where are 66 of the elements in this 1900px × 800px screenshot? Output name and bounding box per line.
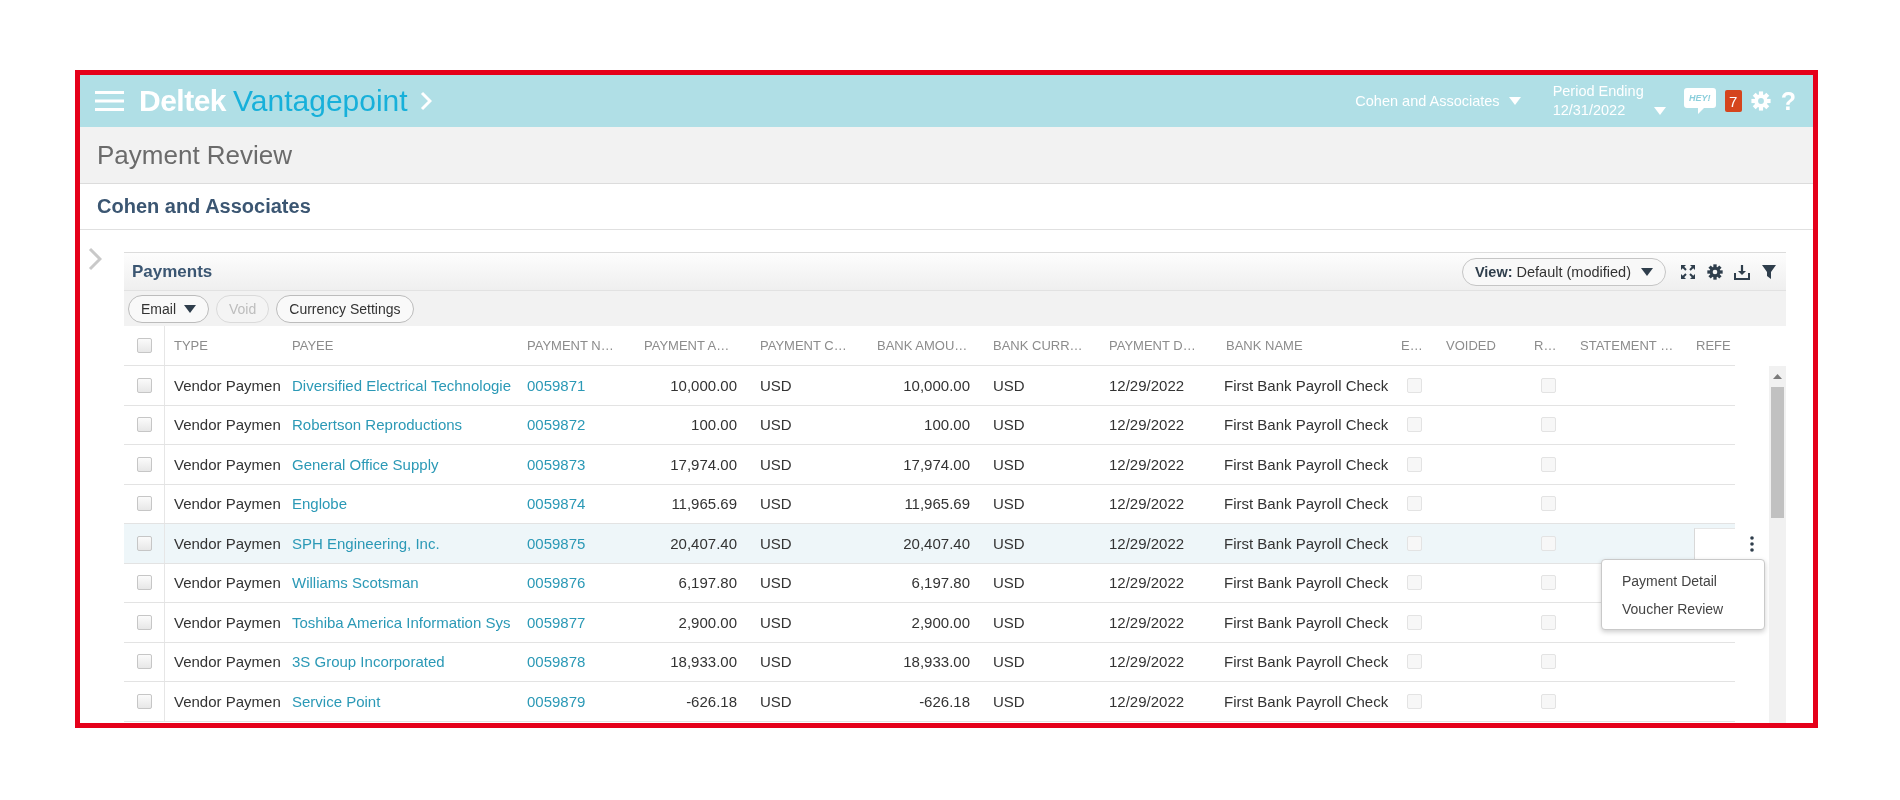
table-cell: USD <box>993 653 1025 671</box>
table-cell: 12/29/2022 <box>1109 534 1185 552</box>
table-cell: -626.18 <box>919 692 970 710</box>
table-cell: Vendor Paymen <box>174 653 281 671</box>
table-cell: First Bank Payroll Check <box>1224 534 1389 552</box>
company-heading: Cohen and Associates <box>97 195 311 218</box>
table-cell: USD <box>760 574 792 592</box>
table-cell: USD <box>760 416 792 434</box>
table-cell: 12/29/2022 <box>1109 574 1185 592</box>
table-cell: First Bank Payroll Check <box>1224 416 1389 434</box>
table-cell: 2,900.00 <box>911 613 970 631</box>
table-cell: 12/29/2022 <box>1109 455 1185 473</box>
table-cell: 11,965.69 <box>904 495 970 513</box>
table-cell: First Bank Payroll Check <box>1224 376 1389 394</box>
table-cell: First Bank Payroll Check <box>1224 613 1389 631</box>
table-cell: 6,197.80 <box>911 574 970 592</box>
table-cell: USD <box>760 692 792 710</box>
table-cell: 17,974.00 <box>670 455 737 473</box>
table-cell: USD <box>993 495 1025 513</box>
table-cell: First Bank Payroll Check <box>1224 455 1389 473</box>
table-cell: Vendor Paymen <box>174 534 281 552</box>
table-cell: First Bank Payroll Check <box>1224 692 1389 710</box>
panel-title: Payments <box>132 261 213 282</box>
table-cell: 12/29/2022 <box>1109 692 1185 710</box>
table-cell: 6,197.80 <box>678 574 737 592</box>
table-cell: 18,933.00 <box>670 653 737 671</box>
table-cell: 12/29/2022 <box>1109 376 1185 394</box>
table-cell: 10,000.00 <box>903 376 970 394</box>
page-title: Payment Review <box>97 139 293 171</box>
table-cell: USD <box>760 495 792 513</box>
table-cell: 12/29/2022 <box>1109 495 1185 513</box>
table-cell: USD <box>760 376 792 394</box>
table-cell: USD <box>993 455 1025 473</box>
table-cell: USD <box>993 416 1025 434</box>
table-cell: USD <box>760 455 792 473</box>
table-cell: Vendor Paymen <box>174 376 281 394</box>
table-cell: 12/29/2022 <box>1109 653 1185 671</box>
table-cell: Vendor Paymen <box>174 613 281 631</box>
table-cell: First Bank Payroll Check <box>1224 574 1389 592</box>
table-cell: USD <box>993 534 1025 552</box>
table-cell: Vendor Paymen <box>174 495 281 513</box>
table-cell: Vendor Paymen <box>174 692 281 710</box>
table-cell: USD <box>993 613 1025 631</box>
table-cell: 10,000.00 <box>670 376 737 394</box>
table-cell: 12/29/2022 <box>1109 613 1185 631</box>
table-cell: USD <box>760 653 792 671</box>
table-cell: 100.00 <box>691 416 737 434</box>
table-cell: 2,900.00 <box>678 613 737 631</box>
table-cell: USD <box>993 692 1025 710</box>
table-cell: First Bank Payroll Check <box>1224 495 1389 513</box>
table-cell: USD <box>993 574 1025 592</box>
table-cell: 18,933.00 <box>903 653 970 671</box>
table-cell: USD <box>760 613 792 631</box>
table-cell: 17,974.00 <box>903 455 970 473</box>
table-cell: Vendor Paymen <box>174 416 281 434</box>
table-cell: 100.00 <box>924 416 970 434</box>
table-cell: USD <box>993 376 1025 394</box>
table-cell: Vendor Paymen <box>174 455 281 473</box>
table-cell: -626.18 <box>686 692 737 710</box>
table-cell: First Bank Payroll Check <box>1224 653 1389 671</box>
table-cell: USD <box>760 534 792 552</box>
table-cell: 20,407.40 <box>903 534 970 552</box>
table-cell: 12/29/2022 <box>1109 416 1185 434</box>
table-cell: 11,965.69 <box>671 495 737 513</box>
table-cell: 20,407.40 <box>670 534 737 552</box>
table-cell: Vendor Paymen <box>174 574 281 592</box>
